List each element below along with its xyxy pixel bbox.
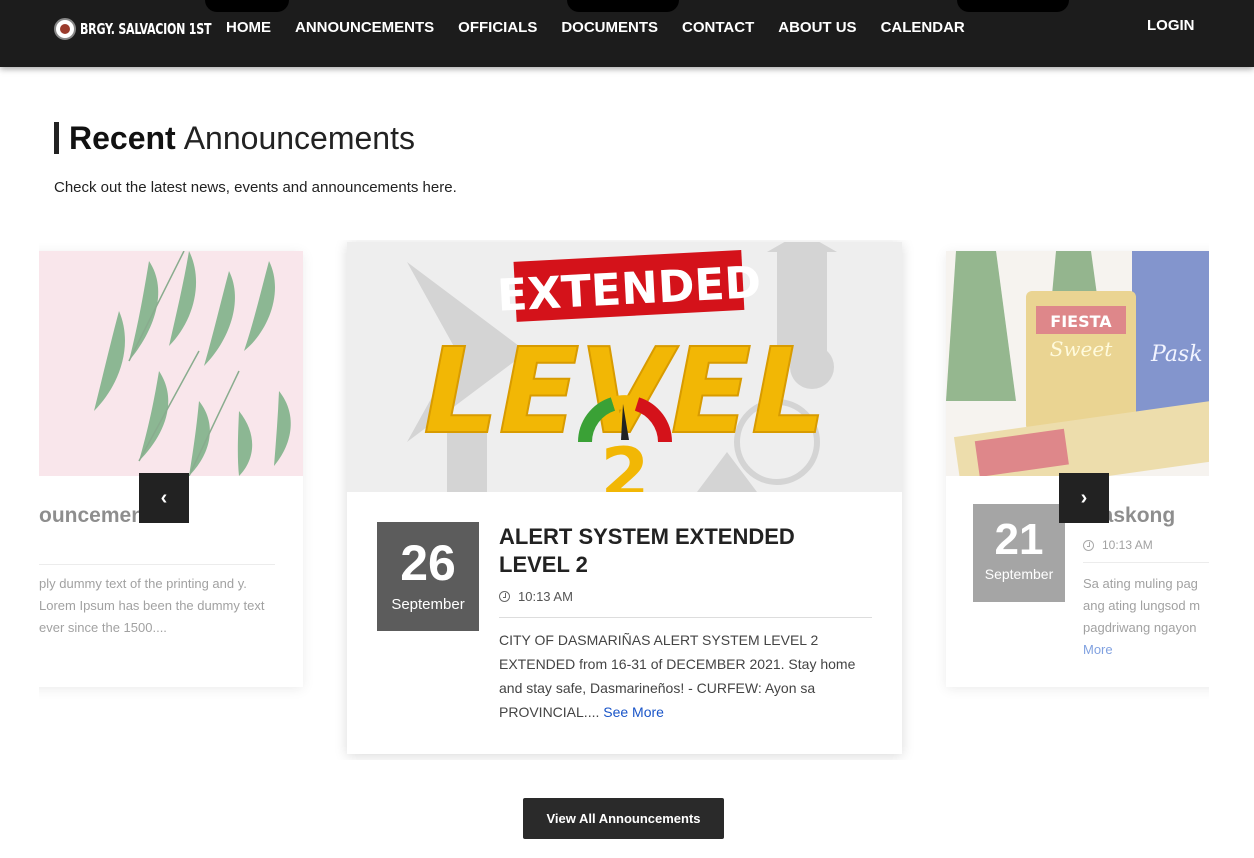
card-title: ouncement: [39, 504, 152, 527]
date-badge: 26 September: [377, 522, 479, 631]
card-divider: [39, 564, 275, 565]
clock-icon: [499, 591, 510, 602]
announcement-card-next[interactable]: FIESTA Sweet Pask 21 September maskong 1…: [946, 251, 1209, 687]
clock-icon: [1083, 539, 1094, 551]
card-divider: [499, 617, 872, 618]
date-day: 21: [994, 515, 1044, 564]
carousel-prev-button[interactable]: ‹: [139, 473, 189, 523]
top-navbar: BRGY. SALVACION 1ST HOME ANNOUNCEMENTS O…: [0, 0, 1254, 67]
main-menu: HOME ANNOUNCEMENTS OFFICIALS DOCUMENTS C…: [214, 19, 977, 36]
nav-item-about-us[interactable]: ABOUT US: [766, 19, 868, 36]
card-divider: [1083, 562, 1209, 563]
announcement-carousel: ouncement ply dummy text of the printing…: [39, 240, 1209, 760]
section-title-bold: Recent: [69, 119, 176, 156]
nav-decor: [205, 0, 289, 12]
card-excerpt: ply dummy text of the printing and y. Lo…: [39, 576, 265, 635]
card-title[interactable]: ALERT SYSTEM EXTENDED LEVEL 2: [499, 523, 859, 579]
date-day: 26: [400, 535, 456, 591]
food-label-fiesta: FIESTA: [1050, 312, 1112, 331]
nav-item-officials[interactable]: OFFICIALS: [446, 19, 549, 36]
chevron-right-icon: ›: [1080, 486, 1088, 509]
card-time-text: 10:13 AM: [1102, 538, 1153, 552]
brand-logo-link[interactable]: BRGY. SALVACION 1ST: [54, 17, 240, 41]
food-label-pasko: Pask: [1150, 342, 1203, 367]
section-title-light: Announcements: [183, 119, 415, 156]
card-image-alert-level: EXTENDED LEVEL 2: [347, 242, 902, 492]
date-badge: 21 September: [973, 504, 1065, 602]
card-excerpt-text: CITY OF DASMARIÑAS ALERT SYSTEM LEVEL 2 …: [499, 632, 856, 720]
login-link[interactable]: LOGIN: [1147, 17, 1195, 34]
nav-decor: [567, 0, 679, 12]
nav-item-calendar[interactable]: CALENDAR: [869, 19, 977, 36]
food-label-sweet: Sweet: [1050, 337, 1113, 361]
brand-name: BRGY. SALVACION 1ST: [80, 20, 212, 38]
see-more-link[interactable]: See More: [603, 704, 664, 720]
view-all-announcements-button[interactable]: View All Announcements: [523, 798, 724, 839]
card-excerpt: Sa ating muling pag ang ating lungsod m …: [1083, 573, 1209, 661]
card-time: 10:13 AM: [499, 589, 573, 604]
nav-decor: [957, 0, 1069, 12]
card-time: 10:13 AM: [1083, 538, 1153, 552]
card-time-text: 10:13 AM: [518, 589, 573, 604]
card-image-leaves: [39, 251, 303, 476]
date-month: September: [984, 566, 1054, 582]
chevron-left-icon: ‹: [160, 486, 168, 509]
food-products-illustration: FIESTA Sweet Pask: [946, 251, 1209, 476]
carousel-next-button[interactable]: ›: [1059, 473, 1109, 523]
section-subtitle: Check out the latest news, events and an…: [54, 179, 457, 196]
leaves-illustration: [39, 251, 303, 476]
alert-level-graphic: EXTENDED LEVEL 2: [347, 242, 902, 492]
card-image-food: FIESTA Sweet Pask: [946, 251, 1209, 476]
card-excerpt: CITY OF DASMARIÑAS ALERT SYSTEM LEVEL 2 …: [499, 628, 872, 724]
announcement-card-prev[interactable]: ouncement ply dummy text of the printing…: [39, 251, 303, 687]
nav-item-announcements[interactable]: ANNOUNCEMENTS: [283, 19, 446, 36]
nav-item-documents[interactable]: DOCUMENTS: [549, 19, 670, 36]
level-number-text: 2: [601, 433, 650, 492]
see-more-link[interactable]: More: [1083, 642, 1113, 657]
nav-item-home[interactable]: HOME: [214, 19, 283, 36]
nav-item-contact[interactable]: CONTACT: [670, 19, 766, 36]
barangay-seal-icon: [54, 18, 76, 40]
card-excerpt-text: Sa ating muling pag ang ating lungsod m …: [1083, 576, 1201, 635]
section-title: Recent Announcements: [54, 119, 415, 156]
date-month: September: [391, 596, 465, 613]
announcement-card-active[interactable]: EXTENDED LEVEL 2 26 September ALERT SYST…: [347, 242, 902, 754]
